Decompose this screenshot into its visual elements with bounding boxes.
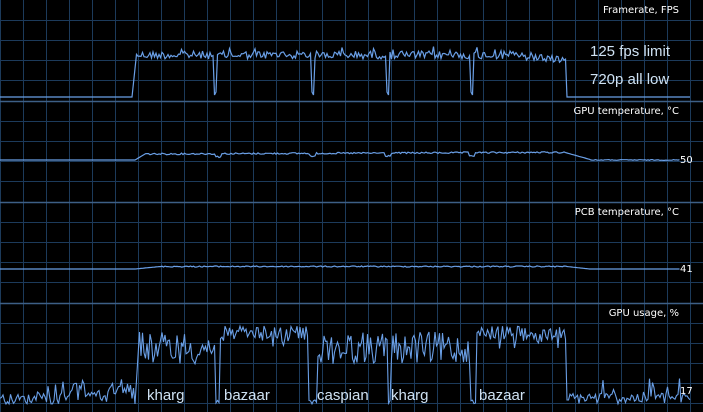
panel-title-fps: Framerate, FPS bbox=[603, 5, 679, 16]
map-segment-label: bazaar bbox=[479, 387, 525, 404]
panel-value-gpuusage: 17 bbox=[680, 386, 693, 397]
fps-annotation: 125 fps limit bbox=[590, 43, 671, 60]
panel-title-gpuusage: GPU usage, % bbox=[609, 308, 679, 319]
map-segment-label: kharg bbox=[147, 387, 185, 404]
monitoring-chart: Framerate, FPS GPU temperature, °C 50 PCB t… bbox=[0, 0, 703, 412]
panel-title-gputemp: GPU temperature, °C bbox=[574, 106, 679, 117]
map-segment-label: bazaar bbox=[224, 387, 270, 404]
panel-value-gputemp: 50 bbox=[680, 155, 693, 166]
fps-annotation: 720p all low bbox=[590, 71, 669, 88]
panel-value-pcbtemp: 41 bbox=[680, 264, 693, 275]
panel-title-pcbtemp: PCB temperature, °C bbox=[575, 207, 679, 218]
map-segment-label: caspian bbox=[317, 387, 369, 404]
map-segment-label: kharg bbox=[391, 387, 429, 404]
